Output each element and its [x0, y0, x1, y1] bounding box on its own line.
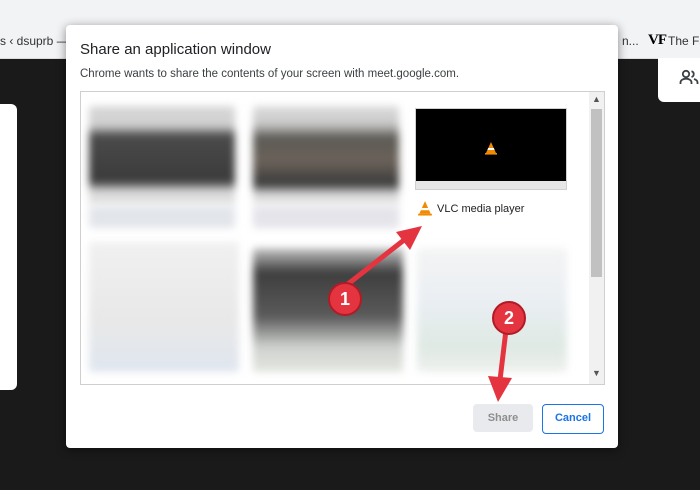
- step-badge-2: 2: [492, 301, 526, 335]
- dialog-subtitle: Chrome wants to share the contents of yo…: [80, 68, 460, 80]
- share-window-dialog: Share an application window Chrome wants…: [66, 25, 618, 448]
- bookmark-item[interactable]: The Fa: [668, 34, 700, 48]
- step-badge-1: 1: [328, 282, 362, 316]
- share-button[interactable]: Share: [473, 404, 533, 432]
- vlc-window-thumbnail[interactable]: [415, 108, 567, 190]
- window-list: VLC media player ▲ ▼: [80, 91, 605, 385]
- vlc-controls-bar: [416, 181, 566, 189]
- vlc-cone-icon: [418, 201, 432, 216]
- cancel-button[interactable]: Cancel: [542, 404, 604, 434]
- window-thumbnail[interactable]: [89, 106, 235, 206]
- meet-side-panel: [0, 104, 17, 390]
- window-thumbnail[interactable]: [89, 242, 239, 372]
- vanity-fair-logo-icon: VF: [648, 32, 667, 48]
- window-thumbnail[interactable]: [253, 248, 403, 372]
- window-caption: [89, 206, 235, 228]
- window-name-vlc[interactable]: VLC media player: [437, 203, 524, 215]
- scroll-up-arrow-icon[interactable]: ▲: [589, 94, 604, 108]
- scroll-down-arrow-icon[interactable]: ▼: [589, 368, 604, 382]
- window-caption: [253, 206, 399, 228]
- bookmark-item[interactable]: s ‹ dsuprb — |: [0, 34, 75, 48]
- bookmark-item[interactable]: n...: [622, 34, 639, 48]
- vlc-cone-icon: [485, 142, 497, 155]
- window-thumbnail[interactable]: [417, 248, 567, 372]
- dialog-title: Share an application window: [80, 41, 271, 58]
- window-thumbnail[interactable]: [253, 106, 399, 206]
- people-icon: [679, 69, 699, 84]
- scrollbar-thumb[interactable]: [591, 109, 602, 277]
- people-button[interactable]: [658, 58, 700, 102]
